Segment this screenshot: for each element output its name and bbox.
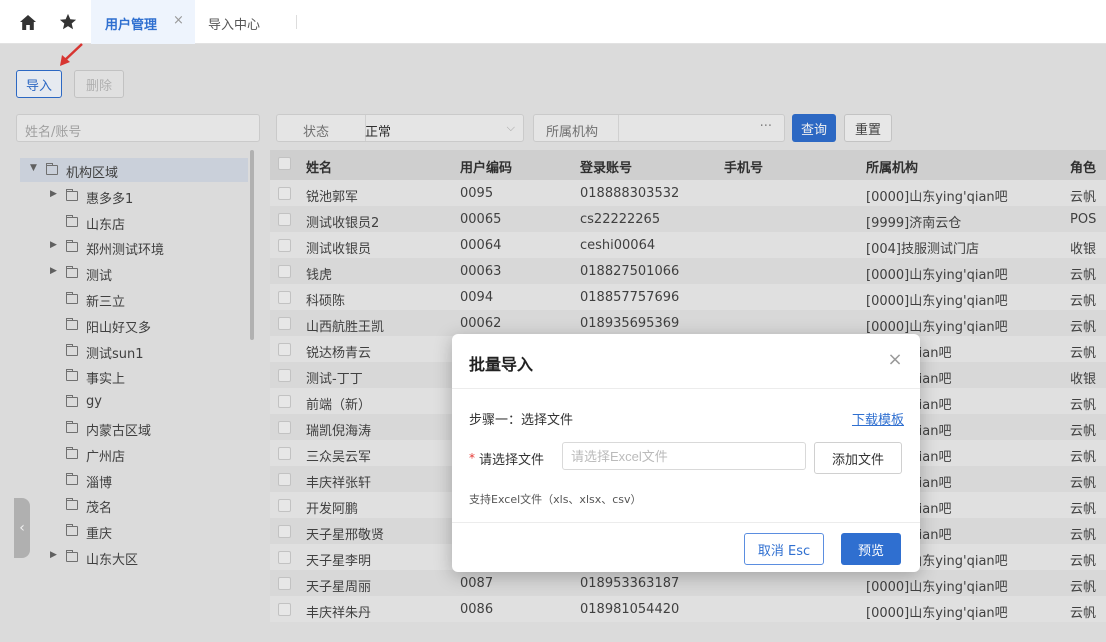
- tab-label: 用户管理: [105, 18, 158, 33]
- step-label: 步骤一：选择文件: [469, 413, 574, 428]
- top-tab-bar: 用户管理 × 导入中心: [0, 0, 1106, 44]
- tab-user-management[interactable]: 用户管理 ×: [91, 0, 195, 44]
- close-icon[interactable]: ×: [884, 348, 906, 370]
- home-icon[interactable]: [18, 12, 38, 32]
- file-field-label: 请选择文件: [479, 453, 545, 468]
- cancel-button[interactable]: 取消 Esc: [744, 533, 824, 565]
- dialog-footer: 取消 Esc 预览: [452, 522, 920, 572]
- tab-import-center[interactable]: 导入中心: [208, 14, 260, 33]
- dialog-title: 批量导入: [469, 355, 534, 374]
- download-template-link[interactable]: 下载模板: [852, 409, 904, 428]
- dialog-header: 批量导入 ×: [452, 334, 920, 389]
- tab-divider: [296, 15, 297, 29]
- tab-close-icon[interactable]: ×: [173, 13, 184, 28]
- required-mark: *: [469, 451, 475, 465]
- file-path-input[interactable]: [562, 442, 806, 470]
- star-icon[interactable]: [58, 12, 78, 32]
- batch-import-dialog: 批量导入 × 步骤一：选择文件 下载模板 * 请选择文件 添加文件 支持Exce…: [452, 334, 920, 572]
- preview-button[interactable]: 预览: [841, 533, 901, 565]
- add-file-button[interactable]: 添加文件: [814, 442, 902, 474]
- file-format-hint: 支持Excel文件（xls、xlsx、csv）: [469, 493, 642, 506]
